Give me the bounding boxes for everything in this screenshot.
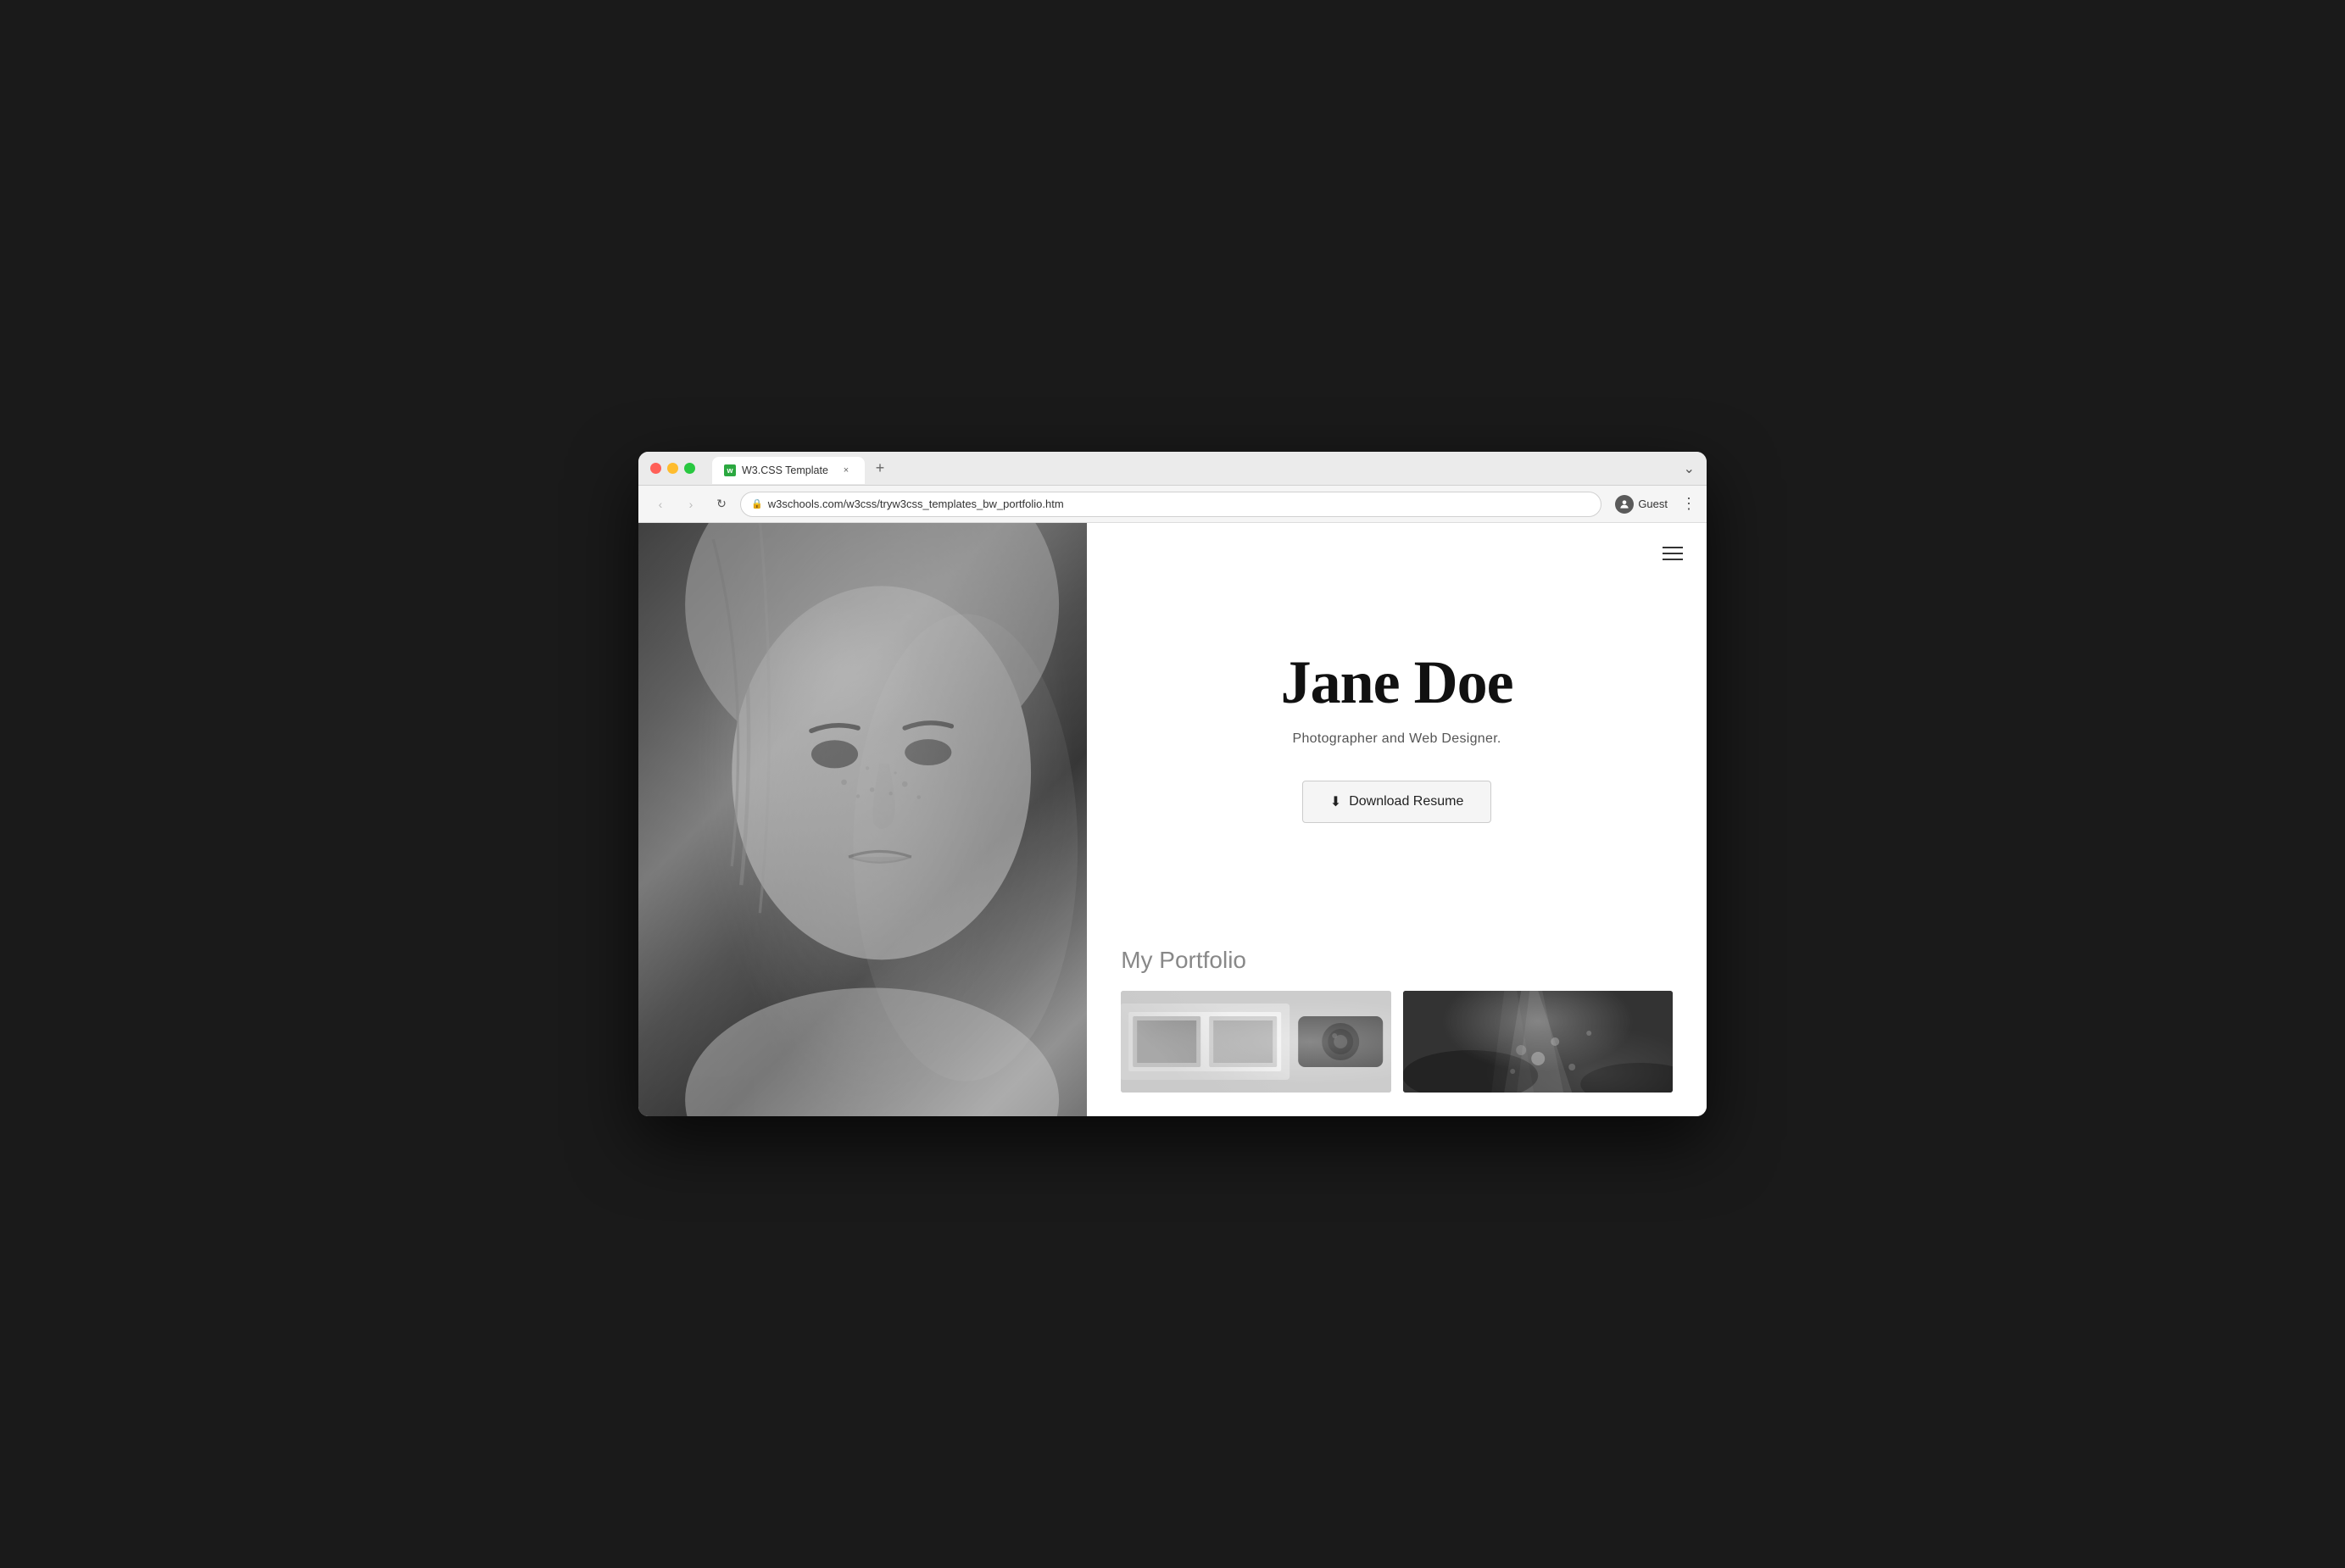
browser-menu-button[interactable]: ⋮ [1681,495,1696,513]
hamburger-menu-button[interactable] [1657,542,1688,565]
profile-label: Guest [1638,498,1668,510]
download-label: Download Resume [1349,794,1463,809]
browser-toolbar: ‹ › ↻ 🔒 w3schools.com/w3css/tryw3css_tem… [638,486,1707,523]
lock-icon: 🔒 [751,498,763,509]
portfolio-thumb-2[interactable] [1403,991,1673,1093]
profile-icon [1615,495,1634,514]
page-content: Jane Doe Photographer and Web Designer. … [638,523,1707,1116]
address-bar[interactable]: 🔒 w3schools.com/w3css/tryw3css_templates… [740,492,1601,517]
hamburger-line-1 [1663,547,1683,548]
minimize-traffic-light[interactable] [667,463,678,474]
profile-button[interactable]: Guest [1608,492,1674,516]
content-section: Jane Doe Photographer and Web Designer. … [1087,523,1707,1116]
download-icon: ⬇ [1330,793,1341,810]
hero-subtitle: Photographer and Web Designer. [1292,731,1501,747]
forward-button[interactable]: › [679,492,703,516]
reload-button[interactable]: ↻ [710,492,733,516]
download-resume-button[interactable]: ⬇ Download Resume [1302,781,1492,823]
browser-window: w W3.CSS Template × + ⌄ ‹ › ↻ 🔒 w3school… [638,452,1707,1116]
portfolio-thumb-1[interactable] [1121,991,1390,1093]
tab-bar: w W3.CSS Template × + ⌄ [712,452,1695,485]
browser-titlebar: w W3.CSS Template × + ⌄ [638,452,1707,486]
portfolio-section-title: My Portfolio [1121,947,1673,974]
maximize-traffic-light[interactable] [684,463,695,474]
tab-favicon: w [724,464,736,476]
portfolio-section: My Portfolio [1087,947,1707,1116]
new-tab-button[interactable]: + [868,457,892,481]
active-tab[interactable]: w W3.CSS Template × [712,457,865,484]
hero-section: Jane Doe Photographer and Web Designer. … [1087,523,1707,947]
back-button[interactable]: ‹ [649,492,672,516]
url-text: w3schools.com/w3css/tryw3css_templates_b… [768,498,1591,510]
close-traffic-light[interactable] [650,463,661,474]
photo-section [638,523,1087,1116]
tab-title: W3.CSS Template [742,464,828,476]
toolbar-end: Guest ⋮ [1608,492,1696,516]
portrait-photo [638,523,1087,1116]
hamburger-line-2 [1663,553,1683,554]
portfolio-grid [1121,991,1673,1093]
tab-bar-chevron[interactable]: ⌄ [1684,460,1695,477]
traffic-lights [650,463,695,474]
hamburger-line-3 [1663,559,1683,560]
hero-name: Jane Doe [1281,648,1513,718]
tab-close-button[interactable]: × [839,464,853,477]
